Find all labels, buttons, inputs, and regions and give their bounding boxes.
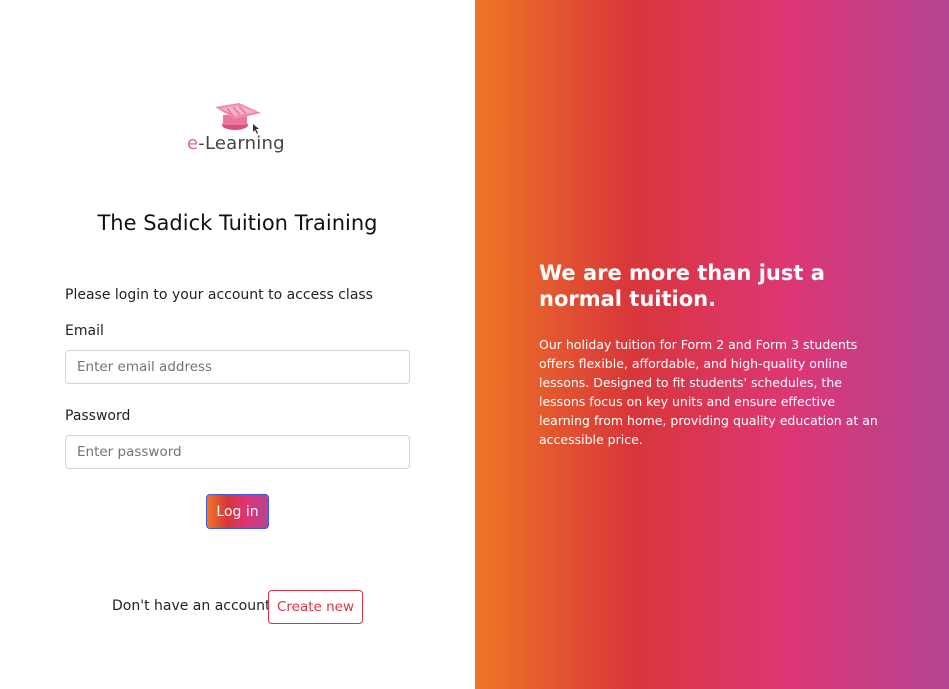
logo-text: e-Learning xyxy=(187,133,285,154)
logo-text-suffix: -Learning xyxy=(198,133,285,154)
logo-text-prefix: e xyxy=(187,133,199,154)
login-panel: e-Learning The Sadick Tuition Training P… xyxy=(0,0,475,689)
promo-headline: We are more than just a normal tuition. xyxy=(539,261,825,311)
login-instruction: Please login to your account to access c… xyxy=(65,287,373,303)
page-title: The Sadick Tuition Training xyxy=(97,211,378,235)
password-label: Password xyxy=(65,408,131,424)
graduation-cap-icon xyxy=(215,103,261,134)
promo-body: Our holiday tuition for Form 2 and Form … xyxy=(539,337,878,447)
email-label: Email xyxy=(65,323,104,339)
logo: e-Learning xyxy=(187,101,289,157)
login-button[interactable]: Log in xyxy=(206,494,269,529)
password-field[interactable] xyxy=(65,435,410,469)
create-account-button[interactable]: Create new xyxy=(268,590,363,624)
promo-panel: We are more than just a normal tuition. … xyxy=(475,0,949,689)
signup-prompt: Don't have an account? xyxy=(112,598,278,614)
email-field[interactable] xyxy=(65,350,410,384)
login-page: e-Learning The Sadick Tuition Training P… xyxy=(0,0,949,689)
